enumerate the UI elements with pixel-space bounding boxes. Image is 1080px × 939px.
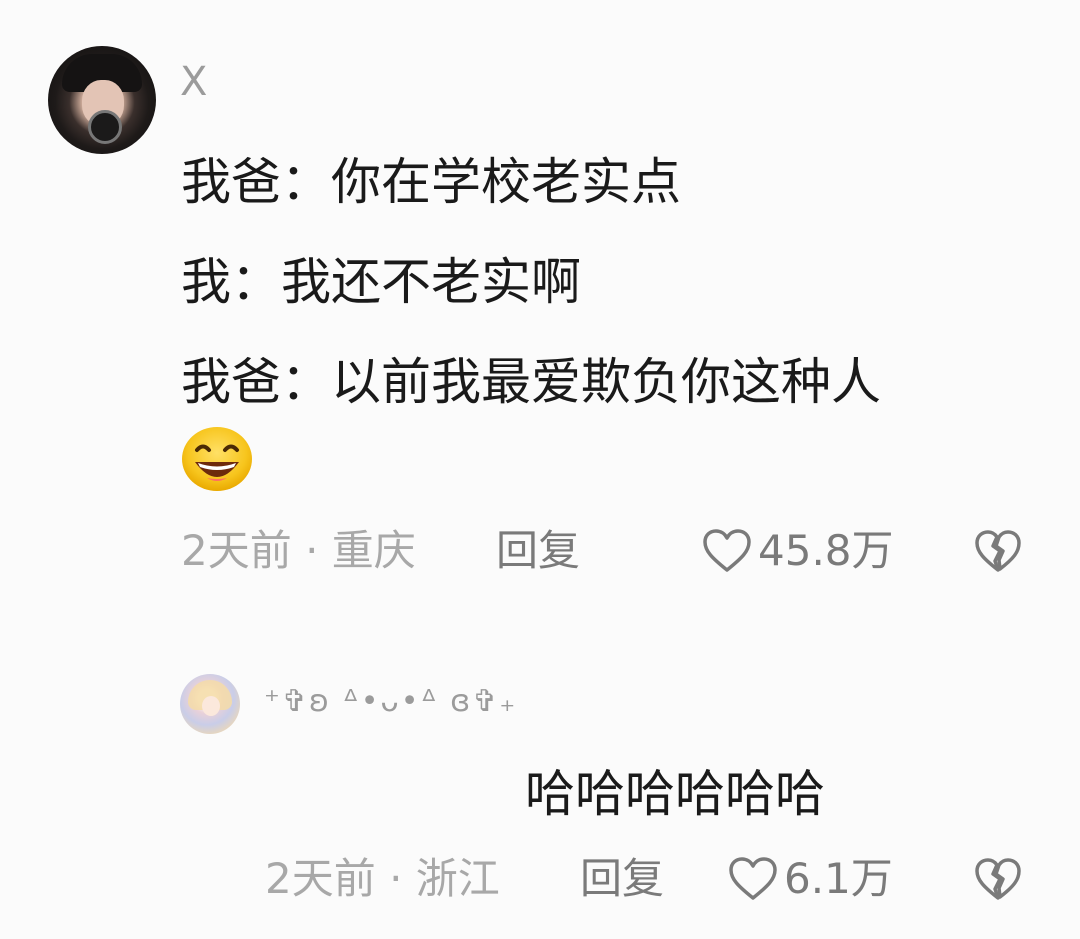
heart-outline-icon [703, 529, 751, 572]
reply-meta: 2天前 · 浙江 [265, 854, 500, 903]
heart-outline-icon [729, 857, 777, 900]
broken-heart-icon[interactable] [974, 528, 1022, 574]
comment-line: 我爸：你在学校老实点 [181, 153, 681, 211]
reply-button[interactable]: 回复 [496, 526, 580, 576]
grinning-face-emoji-icon [181, 426, 253, 492]
avatar-face [202, 696, 220, 716]
comment-line: 我爸：以前我最爱欺负你这种人 [181, 353, 881, 411]
reply-user-avatar[interactable] [180, 674, 240, 734]
like-button[interactable]: 45.8万 [702, 526, 894, 576]
reply-like-button[interactable]: 6.1万 [728, 854, 893, 904]
comment-line: 我：我还不老实啊 [181, 253, 581, 311]
comment-body: 我爸：你在学校老实点 我：我还不老实啊 我爸：以前我最爱欺负你这种人 [181, 132, 1051, 432]
comment-username[interactable]: X [180, 58, 207, 106]
reply-username[interactable]: ⁺✞ʚ ᐞ•ᴗ•ᐞ ɞ✞₊ [264, 682, 517, 722]
comment-meta: 2天前 · 重庆 [181, 526, 416, 575]
like-count: 45.8万 [758, 526, 894, 575]
user-avatar[interactable] [48, 46, 156, 154]
reply-to-reply-button[interactable]: 回复 [580, 854, 664, 904]
broken-heart-icon[interactable] [974, 856, 1022, 902]
reply-text: 哈哈哈哈哈哈 [525, 765, 825, 823]
reply-like-count: 6.1万 [784, 854, 893, 903]
avatar-toy [88, 110, 122, 144]
